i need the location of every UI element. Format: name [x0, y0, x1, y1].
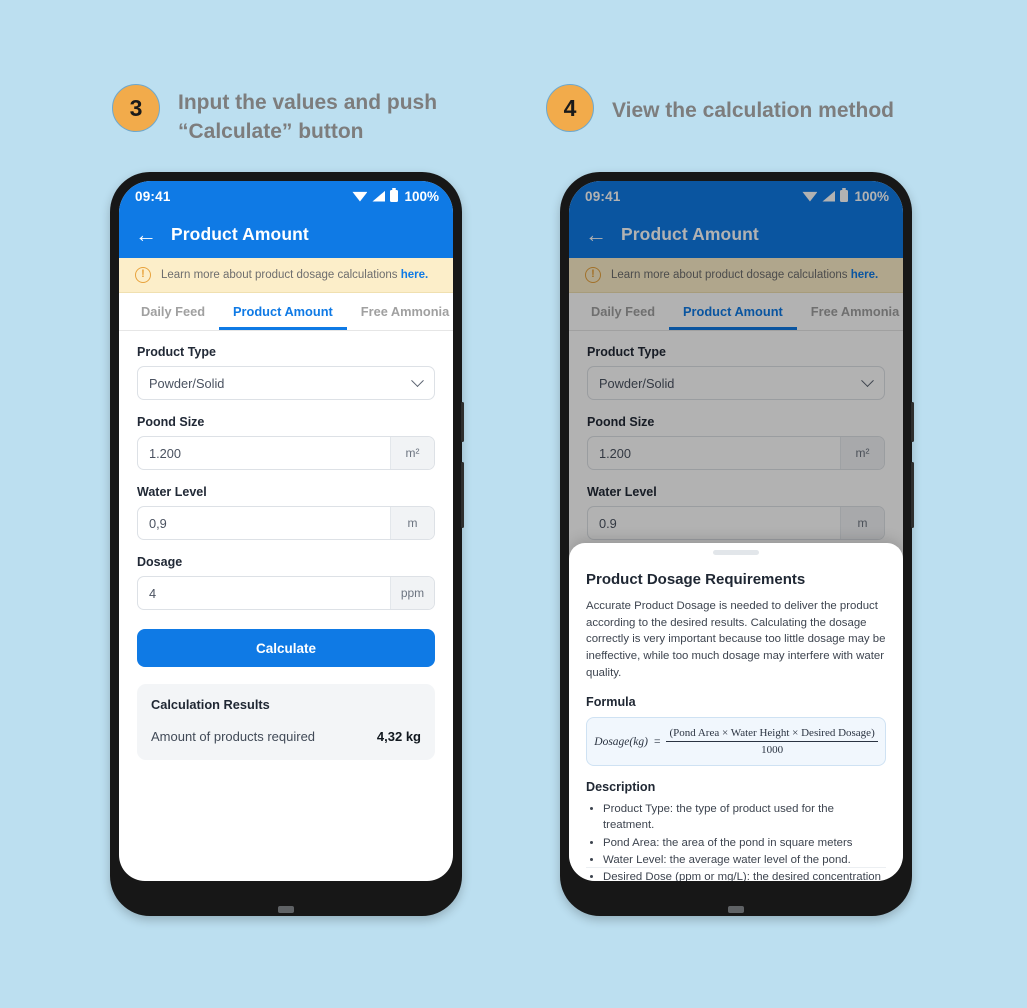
- step-4-badge: 4: [546, 84, 594, 132]
- sheet-title: Product Dosage Requirements: [586, 571, 806, 588]
- water-level-input[interactable]: 0,9 m: [137, 506, 435, 540]
- chevron-down-icon[interactable]: [400, 367, 434, 399]
- formula-heading: Formula: [586, 695, 636, 710]
- list-item: Product Type: the type of product used f…: [603, 801, 886, 833]
- step-4-title: View the calculation method: [612, 99, 895, 122]
- tab-free-ammonia[interactable]: Free Ammonia: [347, 293, 453, 330]
- phone-screen-left: 09:41 100% ← Product Amount ! Learn more…: [119, 181, 453, 881]
- description-bullets: Product Type: the type of product used f…: [586, 801, 886, 881]
- results-row-value: 4,32 kg: [376, 729, 421, 744]
- info-banner: ! Learn more about product dosage calcul…: [119, 258, 453, 293]
- water-level-value: 0,9: [149, 515, 167, 531]
- formula-numerator: (Pond Area × Water Height × Desired Dosa…: [666, 727, 878, 743]
- phone-side-button-power[interactable]: [911, 462, 914, 528]
- battery-icon: [390, 188, 399, 202]
- calculation-results-card: Calculation Results Amount of products r…: [137, 684, 435, 760]
- product-type-value: Powder/Solid: [149, 375, 225, 391]
- back-arrow-icon[interactable]: ←: [135, 223, 157, 246]
- water-level-unit: m: [390, 507, 434, 539]
- dosage-value: 4: [149, 585, 157, 601]
- step-4-header: 4 View the calculation method: [546, 84, 894, 132]
- status-clock: 09:41: [135, 188, 171, 204]
- dosage-unit: ppm: [390, 577, 434, 609]
- description-heading: Description: [586, 780, 656, 795]
- phone-side-button-power[interactable]: [461, 462, 464, 528]
- alert-circle-icon: !: [135, 267, 151, 283]
- list-item: Desired Dose (ppm or mg/L): the desired …: [603, 869, 886, 881]
- tab-daily-feed[interactable]: Daily Feed: [127, 293, 219, 330]
- pond-size-label: Poond Size: [137, 415, 205, 429]
- tab-bar: Daily Feed Product Amount Free Ammonia: [119, 293, 453, 331]
- banner-text: Learn more about product dosage calculat…: [161, 269, 398, 281]
- list-item: Pond Area: the area of the pond in squar…: [603, 835, 886, 851]
- sheet-divider: [586, 867, 886, 868]
- status-bar: 09:41 100%: [119, 181, 453, 211]
- formula-lhs: Dosage(kg): [594, 735, 648, 748]
- phone-side-button-volume[interactable]: [911, 402, 914, 442]
- pond-size-value: 1.200: [149, 445, 182, 461]
- water-level-label: Water Level: [137, 485, 207, 499]
- sheet-body-text: Accurate Product Dosage is needed to del…: [586, 600, 886, 679]
- product-type-label: Product Type: [137, 345, 216, 359]
- calculator-form: Product Type Powder/Solid Poond Size 1.2…: [119, 331, 453, 760]
- battery-percent: 100%: [404, 188, 439, 204]
- banner-link[interactable]: here.: [401, 269, 429, 281]
- phone-side-button-volume[interactable]: [461, 402, 464, 442]
- signal-icon: [372, 190, 386, 202]
- results-row: Amount of products required 4,32 kg: [151, 729, 421, 744]
- step-3-badge: 3: [112, 84, 160, 132]
- step-3-header: 3 Input the values and push “Calculate” …: [112, 84, 488, 147]
- results-row-label: Amount of products required: [151, 729, 316, 744]
- dosage-input[interactable]: 4 ppm: [137, 576, 435, 610]
- product-type-select[interactable]: Powder/Solid: [137, 366, 435, 400]
- list-item: Water Level: the average water level of …: [603, 852, 886, 868]
- tab-product-amount[interactable]: Product Amount: [219, 293, 347, 330]
- wifi-icon: [352, 191, 368, 202]
- bottom-sheet: Product Dosage Requirements Accurate Pro…: [569, 543, 903, 881]
- app-bar: ← Product Amount: [119, 211, 453, 258]
- calculate-button[interactable]: Calculate: [137, 629, 435, 667]
- step-3-title: Input the values and push “Calculate” bu…: [178, 91, 438, 143]
- formula-denominator: 1000: [761, 744, 784, 757]
- pond-size-unit: m²: [390, 437, 434, 469]
- results-title: Calculation Results: [151, 697, 270, 712]
- dosage-label: Dosage: [137, 555, 183, 569]
- formula-equals: =: [653, 735, 661, 748]
- pond-size-input[interactable]: 1.200 m²: [137, 436, 435, 470]
- phone-mockup-left: 09:41 100% ← Product Amount ! Learn more…: [110, 172, 464, 916]
- phone-mockup-right: 09:41 100% ← Product Amount ! Learn more…: [560, 172, 914, 916]
- page-title: Product Amount: [171, 224, 309, 244]
- sheet-drag-handle[interactable]: [713, 550, 759, 555]
- formula-box: Dosage(kg) = (Pond Area × Water Height ×…: [586, 717, 886, 767]
- phone-screen-right: 09:41 100% ← Product Amount ! Learn more…: [569, 181, 903, 881]
